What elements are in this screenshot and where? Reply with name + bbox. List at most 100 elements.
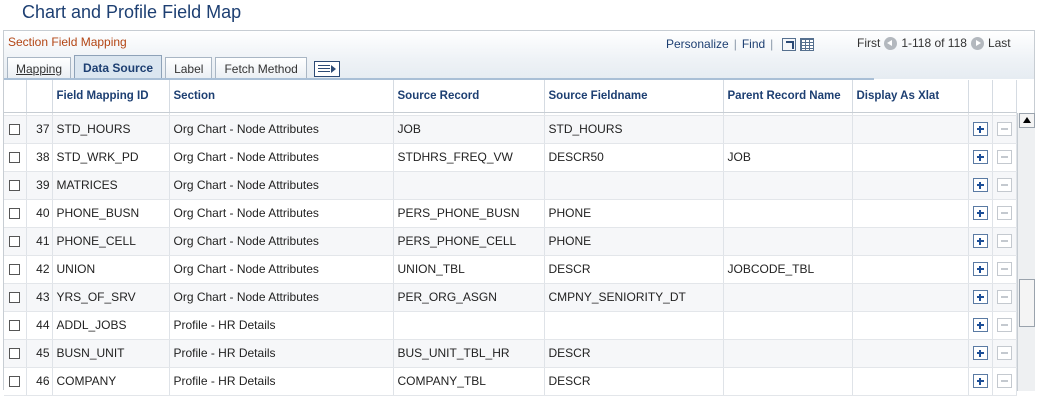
table-row: 43 YRS_OF_SRV Org Chart - Node Attributes P… [4, 283, 1017, 312]
field-mapping-id-cell: STD_WRK_PD [52, 143, 170, 172]
row-number: 37 [26, 115, 53, 144]
column-header-display-xlat[interactable]: Display As Xlat [852, 80, 969, 113]
add-row-button[interactable] [972, 234, 988, 249]
row-select-checkbox[interactable] [9, 208, 21, 220]
tab-mapping[interactable]: Mapping [7, 57, 72, 79]
row-select-checkbox[interactable] [9, 124, 21, 136]
field-mapping-id-cell: PHONE_CELL [52, 227, 170, 256]
row-number: 41 [26, 227, 53, 256]
source-fieldname-cell: DESCR [544, 367, 724, 396]
field-mapping-id-cell: COMPANY [52, 367, 170, 396]
parent-record-cell [723, 367, 853, 396]
row-number: 44 [26, 311, 53, 340]
scrollbar-thumb[interactable] [1019, 279, 1035, 327]
add-row-button[interactable] [972, 318, 988, 333]
row-number: 45 [26, 339, 53, 368]
row-select-checkbox[interactable] [9, 264, 21, 276]
table-row: 46 COMPANY Profile - HR Details COMPANY_TBL… [4, 367, 1017, 396]
field-mapping-id-cell: YRS_OF_SRV [52, 283, 170, 312]
row-number: 38 [26, 143, 53, 172]
display-xlat-cell [852, 255, 969, 284]
download-icon[interactable] [800, 37, 815, 51]
delete-row-button[interactable] [996, 318, 1012, 333]
column-header-source-fieldname[interactable]: Source Fieldname [544, 80, 724, 113]
delete-row-button[interactable] [996, 178, 1012, 193]
display-xlat-cell [852, 143, 969, 172]
row-number: 43 [26, 283, 53, 312]
tab-label: Fetch Method [224, 61, 298, 76]
source-fieldname-cell [544, 171, 724, 200]
parent-record-cell [723, 339, 853, 368]
column-header-parent-record[interactable]: Parent Record Name [723, 80, 853, 113]
row-number: 46 [26, 367, 53, 396]
previous-page-icon[interactable] [884, 36, 898, 50]
row-select-checkbox[interactable] [9, 320, 21, 332]
row-select-checkbox[interactable] [9, 292, 21, 304]
table-row: 40 PHONE_BUSN Org Chart - Node Attributes P… [4, 199, 1017, 228]
scroll-up-arrow-icon[interactable] [1019, 113, 1035, 128]
tab-label: Label [174, 61, 204, 76]
grid-header: Section Field Mapping Personalize | Find… [4, 31, 1034, 80]
next-page-icon[interactable] [970, 36, 984, 50]
add-row-button[interactable] [972, 374, 988, 389]
delete-row-button[interactable] [996, 290, 1012, 305]
delete-row-button[interactable] [996, 122, 1012, 137]
grid-toolbar: Personalize | Find | [666, 36, 815, 52]
parent-record-cell [723, 115, 853, 144]
personalize-link[interactable]: Personalize [666, 37, 729, 51]
add-row-button[interactable] [972, 262, 988, 277]
grid-section-title: Section Field Mapping [8, 35, 127, 49]
show-all-columns-icon[interactable] [313, 61, 340, 77]
field-mapping-id-cell: UNION [52, 255, 170, 284]
parent-record-cell: JOBCODE_TBL [723, 255, 853, 284]
row-select-checkbox[interactable] [9, 376, 21, 388]
row-select-checkbox[interactable] [9, 152, 21, 164]
table-row: 42 UNION Org Chart - Node Attributes UNION_… [4, 255, 1017, 284]
field-mapping-id-cell: STD_HOURS [52, 115, 170, 144]
tab-data-source[interactable]: Data Source [74, 55, 163, 79]
delete-row-button[interactable] [996, 234, 1012, 249]
row-number-column-header [26, 80, 53, 113]
source-record-cell: STDHRS_FREQ_VW [393, 143, 545, 172]
tab-label-tab[interactable]: Label [165, 57, 213, 79]
field-mapping-grid: Section Field Mapping Personalize | Find… [3, 30, 1035, 396]
section-cell: Profile - HR Details [169, 339, 394, 368]
section-cell: Org Chart - Node Attributes [169, 199, 394, 228]
column-header-field-mapping-id[interactable]: Field Mapping ID [52, 80, 170, 113]
delete-row-button[interactable] [996, 346, 1012, 361]
source-record-cell: PERS_PHONE_CELL [393, 227, 545, 256]
add-row-button[interactable] [972, 178, 988, 193]
tab-fetch-method[interactable]: Fetch Method [215, 57, 307, 79]
column-header-source-record[interactable]: Source Record [393, 80, 545, 113]
add-row-button[interactable] [972, 346, 988, 361]
column-header-section[interactable]: Section [169, 80, 394, 113]
section-cell: Profile - HR Details [169, 367, 394, 396]
find-link[interactable]: Find [742, 37, 765, 51]
row-select-checkbox[interactable] [9, 180, 21, 192]
delete-row-button[interactable] [996, 374, 1012, 389]
add-row-button[interactable] [972, 290, 988, 305]
add-row-button[interactable] [972, 122, 988, 137]
data-table: Field Mapping ID Section Source Record S… [4, 80, 1017, 396]
source-record-cell: COMPANY_TBL [393, 367, 545, 396]
row-select-checkbox[interactable] [9, 348, 21, 360]
table-header-row: Field Mapping ID Section Source Record S… [4, 80, 1017, 113]
table-row: 39 MATRICES Org Chart - Node Attributes [4, 171, 1017, 200]
view-all-icon[interactable] [782, 37, 797, 51]
add-row-button[interactable] [972, 206, 988, 221]
row-number: 42 [26, 255, 53, 284]
field-mapping-id-cell: PHONE_BUSN [52, 199, 170, 228]
vertical-scrollbar[interactable] [1017, 113, 1035, 391]
delete-row-button[interactable] [996, 262, 1012, 277]
table-row: 41 PHONE_CELL Org Chart - Node Attributes P… [4, 227, 1017, 256]
display-xlat-cell [852, 311, 969, 340]
section-cell: Org Chart - Node Attributes [169, 115, 394, 144]
delete-row-button[interactable] [996, 206, 1012, 221]
grid-pager: First 1-118 of 118 Last [857, 36, 1011, 50]
display-xlat-cell [852, 367, 969, 396]
add-row-button[interactable] [972, 150, 988, 165]
row-number: 40 [26, 199, 53, 228]
row-select-checkbox[interactable] [9, 236, 21, 248]
source-record-cell: PERS_PHONE_BUSN [393, 199, 545, 228]
delete-row-button[interactable] [996, 150, 1012, 165]
